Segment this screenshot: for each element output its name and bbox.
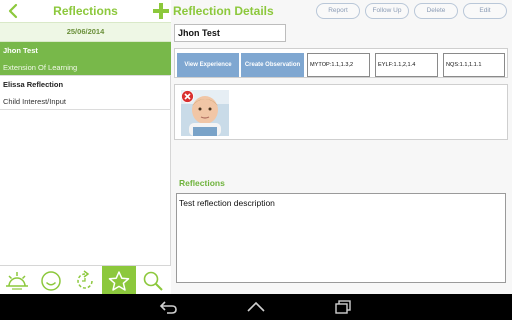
create-observation-button[interactable]: Create Observation	[241, 53, 304, 77]
list-item-subtitle: Extension Of Learning	[3, 63, 78, 72]
remove-photo-button[interactable]	[181, 90, 194, 103]
nqs-code: NQS:1.1,1.1.1	[443, 53, 505, 77]
reflections-section-label: Reflections	[179, 178, 225, 188]
back-arrow-icon	[159, 301, 177, 314]
action-row: View Experience Create Observation MYTOP…	[174, 48, 508, 78]
refresh-arrow-icon	[77, 269, 93, 289]
list-item-elissa-reflection[interactable]: Elissa Reflection Child Interest/Input	[0, 76, 171, 110]
bottom-tab-bar	[0, 265, 171, 295]
left-header: Reflections	[0, 0, 171, 22]
tab-refresh[interactable]	[68, 266, 102, 295]
eylf-code: EYLF:1.1,2,1.4	[375, 53, 438, 77]
photo-gallery	[174, 84, 508, 140]
page-title: Reflection Details	[173, 4, 274, 18]
tab-sunrise[interactable]	[0, 266, 34, 295]
list-item-name: Elissa Reflection	[3, 80, 64, 89]
reflections-list-pane: Reflections 25/06/2014 Jhon Test Extensi…	[0, 0, 171, 295]
close-circle-icon	[181, 90, 194, 103]
report-button[interactable]: Report	[316, 3, 360, 19]
reflection-details-pane: Reflection Details Report Follow Up Dele…	[153, 0, 512, 294]
home-icon	[247, 301, 265, 312]
smiley-icon	[41, 270, 61, 291]
star-icon	[108, 270, 130, 291]
recent-apps-icon	[335, 300, 351, 314]
tab-search[interactable]	[136, 266, 170, 295]
reflection-description-field[interactable]: Test reflection description	[176, 193, 506, 283]
delete-button[interactable]: Delete	[414, 3, 458, 19]
list-item-name: Jhon Test	[3, 46, 38, 55]
search-icon	[143, 271, 163, 291]
sunrise-icon	[6, 271, 28, 290]
nav-home-button[interactable]	[246, 299, 266, 315]
tab-star[interactable]	[102, 266, 136, 295]
add-reflection-button[interactable]	[152, 2, 170, 20]
date-header: 25/06/2014	[0, 22, 171, 42]
system-navigation-bar	[0, 294, 512, 320]
left-pane-title: Reflections	[53, 4, 118, 18]
mytop-code: MYTOP:1.1,1.3,2	[307, 53, 370, 77]
view-experience-button[interactable]: View Experience	[177, 53, 239, 77]
list-item-jhon-test[interactable]: Jhon Test Extension Of Learning	[0, 42, 171, 76]
nav-recents-button[interactable]	[333, 299, 353, 315]
child-name-field[interactable]: Jhon Test	[174, 24, 286, 42]
nav-back-button[interactable]	[159, 299, 179, 315]
tab-smiley[interactable]	[34, 266, 68, 295]
follow-up-button[interactable]: Follow Up	[365, 3, 409, 19]
list-item-subtitle: Child Interest/Input	[3, 97, 66, 106]
plus-icon	[153, 3, 169, 19]
edit-button[interactable]: Edit	[463, 3, 507, 19]
